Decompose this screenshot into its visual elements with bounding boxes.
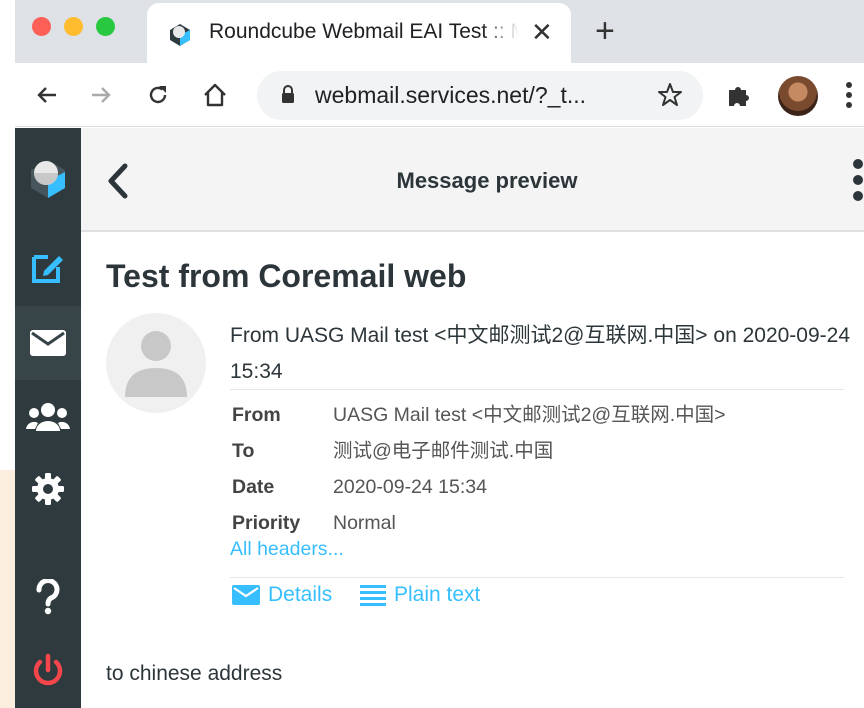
header-row-from: From UASG Mail test <中文邮测试2@互联网.中国> <box>232 397 726 433</box>
envelope-icon <box>30 330 66 356</box>
close-window-button[interactable] <box>32 17 51 36</box>
roundcube-sidebar <box>15 128 81 708</box>
browser-toolbar: webmail.services.net/?_t... <box>15 63 864 127</box>
plain-text-button[interactable]: Plain text <box>360 583 480 607</box>
new-tab-button[interactable]: + <box>595 12 615 50</box>
header-label: From <box>232 404 281 426</box>
header-row-to: To 测试@电子邮件测试.中国 <box>232 433 726 469</box>
header-row-priority: Priority Normal <box>232 505 726 541</box>
back-arrow-icon[interactable] <box>27 75 67 115</box>
bookmark-star-icon[interactable] <box>657 82 683 108</box>
settings-button[interactable] <box>15 452 81 526</box>
header-row-date: Date 2020-09-24 15:34 <box>232 469 726 505</box>
roundcube-logo-icon[interactable] <box>15 142 81 216</box>
url-text: webmail.services.net/?_t... <box>315 82 587 108</box>
message-preview-pane: Message preview Test from Coremail web F… <box>81 128 864 708</box>
help-icon <box>36 579 60 615</box>
logout-button[interactable] <box>15 634 81 708</box>
tab-title: Roundcube Webmail EAI Test :: Messa <box>209 20 519 43</box>
message-summary: From UASG Mail test <中文邮测试2@互联网.中国> on 2… <box>230 324 851 383</box>
envelope-icon <box>232 585 260 605</box>
address-bar[interactable]: webmail.services.net/?_t... <box>257 71 703 120</box>
roundcube-favicon-icon <box>170 24 190 46</box>
sender-avatar <box>106 313 206 413</box>
page-title: Message preview <box>396 168 578 193</box>
to-address[interactable]: 测试@电子邮件测试.中国 <box>333 433 553 469</box>
more-options-icon[interactable] <box>851 158 864 202</box>
user-silhouette-icon <box>125 331 187 397</box>
message-body: to chinese address <box>106 662 283 685</box>
headers-table: From UASG Mail test <中文邮测试2@互联网.中国> To 测… <box>232 397 726 541</box>
gear-icon <box>32 473 64 505</box>
browser-menu-icon[interactable] <box>845 81 853 109</box>
message-subject: Test from Coremail web <box>106 258 467 294</box>
details-button[interactable]: Details <box>232 583 332 607</box>
browser-tab[interactable]: Roundcube Webmail EAI Test :: Messa ✕ <box>147 3 571 63</box>
extensions-puzzle-icon[interactable] <box>725 81 753 109</box>
list-lines-icon <box>360 585 386 606</box>
forward-arrow-icon[interactable] <box>81 75 121 115</box>
priority-value: Normal <box>333 512 396 534</box>
minimize-window-button[interactable] <box>64 17 83 36</box>
tab-close-icon[interactable]: ✕ <box>531 16 553 48</box>
details-label: Details <box>268 583 333 606</box>
desktop-edge-accent <box>0 470 15 708</box>
from-address[interactable]: UASG Mail test <中文邮测试2@互联网.中国> <box>333 397 726 433</box>
contacts-icon <box>26 403 70 431</box>
profile-avatar[interactable] <box>778 76 818 116</box>
reload-icon[interactable] <box>138 75 178 115</box>
divider <box>230 577 844 578</box>
compose-icon <box>32 255 63 283</box>
desktop-edge <box>0 0 15 708</box>
compose-button[interactable] <box>15 230 81 304</box>
message-header-bar: Message preview <box>81 128 864 232</box>
plain-text-label: Plain text <box>394 583 481 606</box>
date-value: 2020-09-24 15:34 <box>333 476 487 498</box>
home-icon[interactable] <box>195 75 235 115</box>
lock-icon <box>282 85 294 103</box>
browser-tab-strip: Roundcube Webmail EAI Test :: Messa ✕ + <box>15 0 864 63</box>
divider <box>230 389 844 390</box>
power-icon <box>33 653 63 686</box>
maximize-window-button[interactable] <box>96 17 115 36</box>
mail-button[interactable] <box>15 306 81 380</box>
header-label: Date <box>232 476 275 498</box>
header-label: To <box>232 440 255 462</box>
contacts-button[interactable] <box>15 380 81 454</box>
all-headers-link[interactable]: All headers... <box>230 538 344 561</box>
help-button[interactable] <box>15 560 81 634</box>
header-label: Priority <box>232 512 301 534</box>
